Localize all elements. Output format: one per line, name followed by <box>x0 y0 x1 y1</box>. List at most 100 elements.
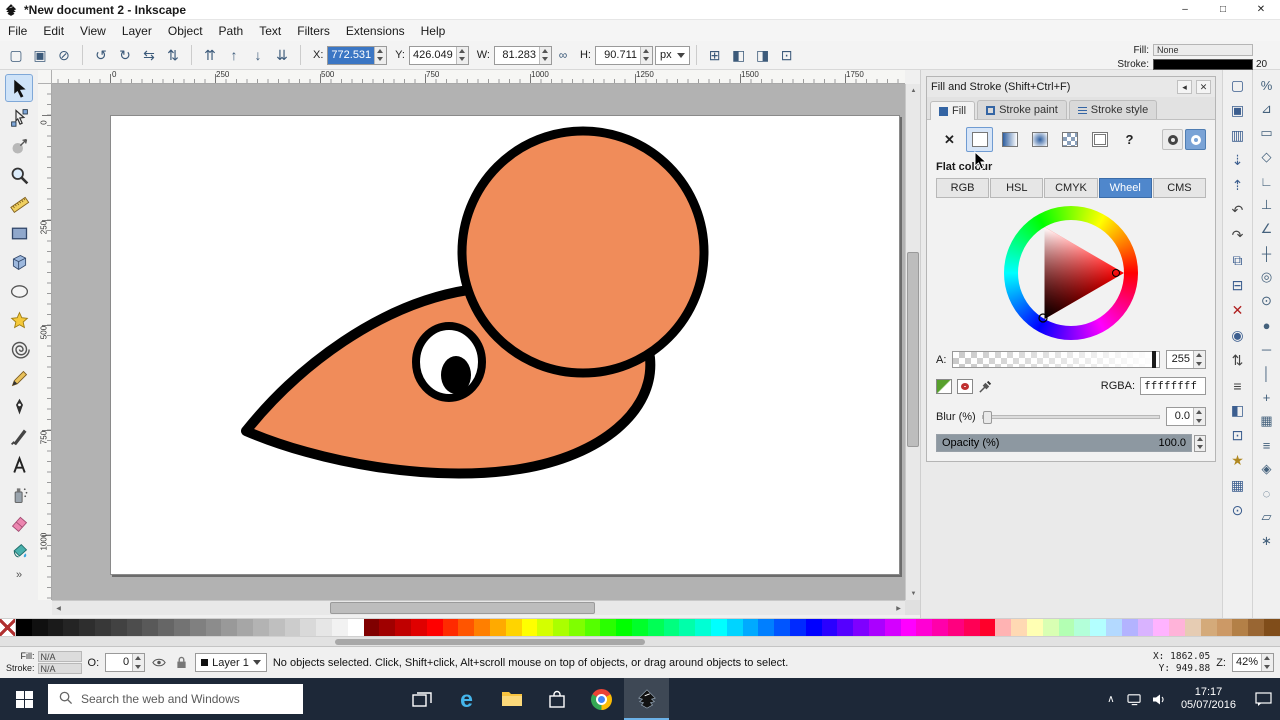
palette-swatch[interactable] <box>300 619 316 636</box>
spinner-arrows[interactable] <box>539 47 551 64</box>
paint-swatch-button[interactable] <box>1086 127 1113 152</box>
palette-swatch[interactable] <box>142 619 158 636</box>
out-of-gamut-icon[interactable] <box>957 379 973 394</box>
object-opacity-spinbox[interactable]: 0 <box>105 653 145 672</box>
blur-slider[interactable] <box>982 415 1160 419</box>
mode-tab-cms[interactable]: CMS <box>1153 178 1206 198</box>
start-button[interactable] <box>0 678 48 720</box>
z-order-icon-button[interactable]: ↑ <box>222 43 246 67</box>
palette-swatch[interactable] <box>427 619 443 636</box>
tool-calligraphy[interactable] <box>5 422 33 450</box>
palette-swatch[interactable] <box>474 619 490 636</box>
affect-toggle-button[interactable]: ⊡ <box>775 43 799 67</box>
snap-icon-button[interactable]: ◎ <box>1254 265 1279 289</box>
palette-swatch[interactable] <box>395 619 411 636</box>
action-center-icon[interactable] <box>1246 678 1280 720</box>
palette-swatch[interactable] <box>1153 619 1169 636</box>
tab-fill[interactable]: Fill <box>930 101 975 120</box>
palette-swatch-none[interactable] <box>0 619 16 636</box>
command-icon-button[interactable]: ↷ <box>1225 223 1250 248</box>
snap-icon-button[interactable]: ⊙ <box>1254 289 1279 313</box>
palette-swatch[interactable] <box>174 619 190 636</box>
tool-text[interactable] <box>5 451 33 479</box>
stroke-width-value[interactable]: 20 <box>1253 59 1277 70</box>
tool-eraser[interactable] <box>5 509 33 537</box>
palette-swatch[interactable] <box>221 619 237 636</box>
command-icon-button[interactable]: ≡ <box>1225 373 1250 398</box>
palette-swatch[interactable] <box>458 619 474 636</box>
palette-swatch[interactable] <box>711 619 727 636</box>
paint-linear-gradient-button[interactable] <box>996 127 1023 152</box>
toolbar-icon-button[interactable]: ▢ <box>4 43 28 67</box>
horizontal-ruler[interactable]: 0 250 500 750 1000 1250 1500 1750 <box>52 70 905 84</box>
snap-icon-button[interactable]: ⊿ <box>1254 97 1279 121</box>
tool-spray[interactable] <box>5 480 33 508</box>
command-icon-button[interactable]: ✕ <box>1225 298 1250 323</box>
task-view-button[interactable] <box>399 678 444 720</box>
snap-icon-button[interactable]: ∠ <box>1254 217 1279 241</box>
transform-icon-button[interactable]: ⇅ <box>161 43 185 67</box>
command-icon-button[interactable]: ▦ <box>1225 473 1250 498</box>
drawing-head-circle[interactable] <box>462 131 704 373</box>
palette-swatch[interactable] <box>1264 619 1280 636</box>
transform-icon-button[interactable]: ↻ <box>113 43 137 67</box>
palette-swatch[interactable] <box>743 619 759 636</box>
palette-swatch[interactable] <box>1074 619 1090 636</box>
palette-swatch[interactable] <box>806 619 822 636</box>
palette-swatch[interactable] <box>774 619 790 636</box>
snap-icon-button[interactable]: ▭ <box>1254 121 1279 145</box>
paint-pattern-button[interactable] <box>1056 127 1083 152</box>
palette-swatch[interactable] <box>1122 619 1138 636</box>
palette-swatch[interactable] <box>411 619 427 636</box>
command-icon-button[interactable]: ▣ <box>1225 98 1250 123</box>
maximize-button[interactable]: □ <box>1204 0 1242 20</box>
palette-swatch[interactable] <box>63 619 79 636</box>
palette-swatch[interactable] <box>1232 619 1248 636</box>
command-icon-button[interactable]: ◉ <box>1225 323 1250 348</box>
palette-swatch[interactable] <box>901 619 917 636</box>
palette-swatch[interactable] <box>1169 619 1185 636</box>
palette-swatch[interactable] <box>995 619 1011 636</box>
menu-item[interactable]: Edit <box>35 22 72 40</box>
command-icon-button[interactable]: ⊙ <box>1225 498 1250 523</box>
affect-toggle-button[interactable]: ◨ <box>751 43 775 67</box>
palette-swatch[interactable] <box>916 619 932 636</box>
alpha-spinbox[interactable]: 255 <box>1166 350 1206 369</box>
palette-swatch[interactable] <box>111 619 127 636</box>
tool-tweak[interactable] <box>5 132 33 160</box>
opacity-spinner[interactable] <box>1194 435 1206 452</box>
mode-tab-cmyk[interactable]: CMYK <box>1044 178 1097 198</box>
tool-spiral[interactable] <box>5 335 33 363</box>
snap-icon-button[interactable]: ▱ <box>1254 505 1279 529</box>
palette-swatch[interactable] <box>758 619 774 636</box>
tool-zoom[interactable] <box>5 161 33 189</box>
palette-swatch[interactable] <box>1217 619 1233 636</box>
palette-swatch[interactable] <box>648 619 664 636</box>
toolbar-icon-button[interactable]: ⊘ <box>52 43 76 67</box>
palette-swatch[interactable] <box>822 619 838 636</box>
spinner-arrows[interactable] <box>456 47 468 64</box>
minimize-button[interactable]: – <box>1166 0 1204 20</box>
rgba-input[interactable]: ffffffff <box>1140 377 1206 395</box>
layer-selector[interactable]: Layer 1 <box>195 653 267 672</box>
horizontal-scrollbar-thumb[interactable] <box>330 602 595 614</box>
menu-item[interactable]: Path <box>211 22 252 40</box>
drawing-eye-pupil[interactable] <box>441 356 471 394</box>
command-icon-button[interactable]: ⇅ <box>1225 348 1250 373</box>
edge-taskbar-icon[interactable]: e <box>444 678 489 720</box>
z-order-icon-button[interactable]: ↓ <box>246 43 270 67</box>
palette-swatch[interactable] <box>932 619 948 636</box>
palette-swatch[interactable] <box>32 619 48 636</box>
menu-item[interactable]: Help <box>413 22 454 40</box>
mode-tab-hsl[interactable]: HSL <box>990 178 1043 198</box>
menu-item[interactable]: Object <box>160 22 211 40</box>
palette-swatch[interactable] <box>1185 619 1201 636</box>
z-order-icon-button[interactable]: ⇈ <box>198 43 222 67</box>
lock-ratio-toggle[interactable]: ∞ <box>554 43 572 67</box>
alpha-slider[interactable] <box>952 351 1160 368</box>
command-icon-button[interactable]: ↶ <box>1225 198 1250 223</box>
palette-swatch[interactable] <box>1059 619 1075 636</box>
palette-swatch[interactable] <box>506 619 522 636</box>
palette-swatch[interactable] <box>537 619 553 636</box>
palette-swatch[interactable] <box>48 619 64 636</box>
